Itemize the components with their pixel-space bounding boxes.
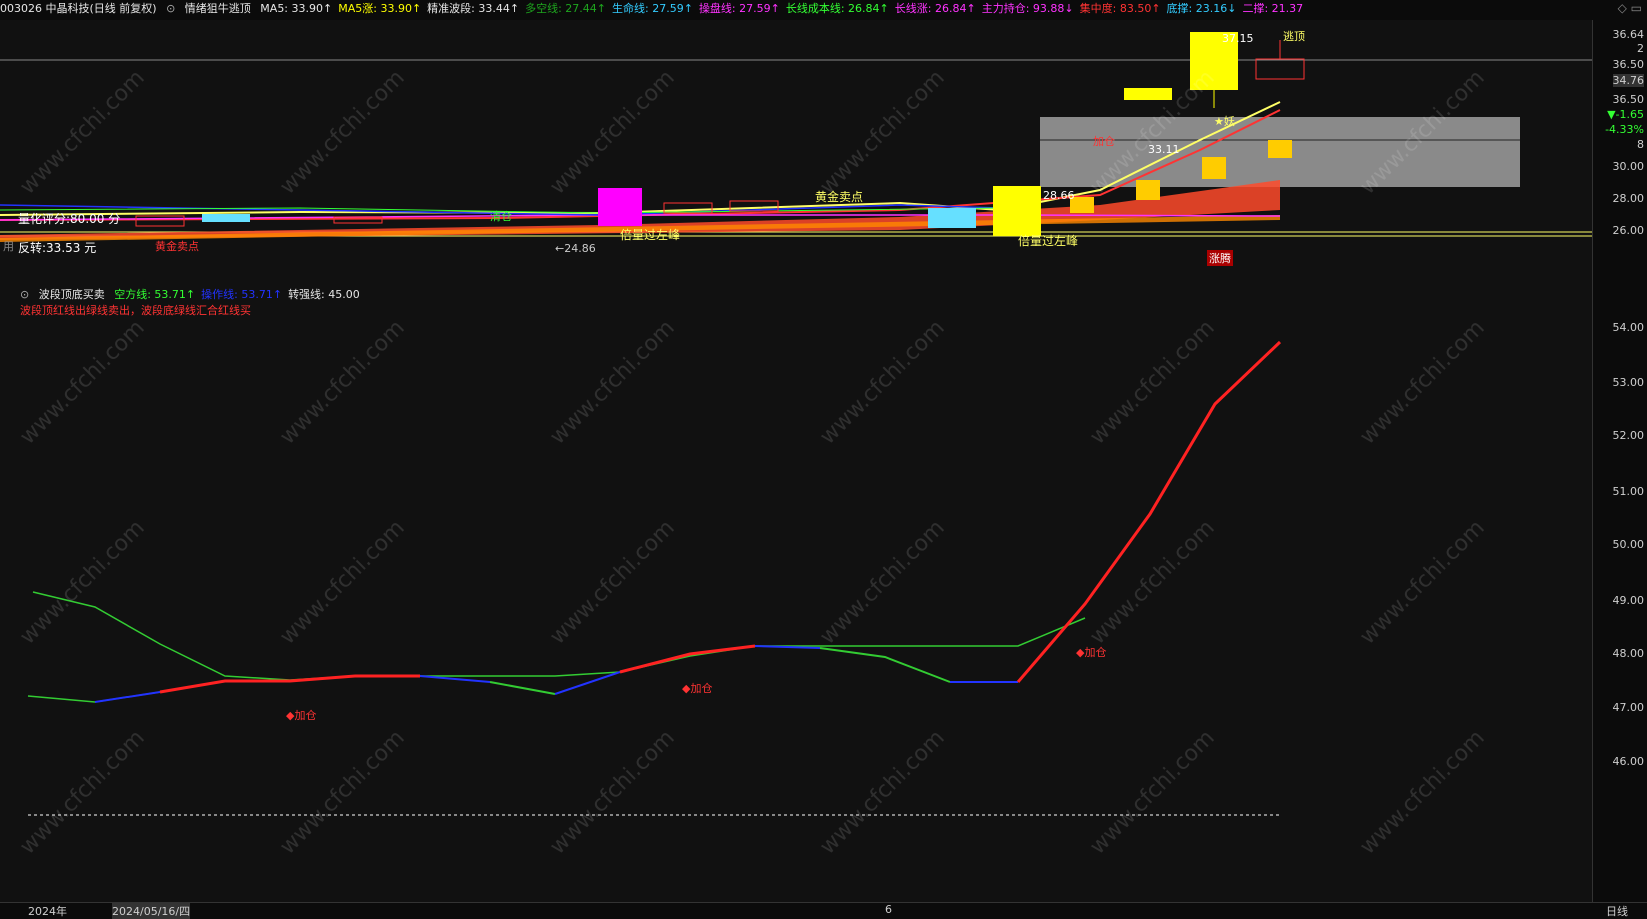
price-chart (0, 32, 1592, 242)
oscillator-axis-label: 48.00 (1612, 647, 1645, 660)
yao-label: ★妖 (1214, 115, 1235, 128)
add-position-marker: ◆加仓 (682, 682, 713, 695)
oscillator-axis-label: 52.00 (1612, 429, 1645, 442)
header-indicator-value: 长线成本线: 26.84↑ (785, 2, 889, 15)
oscillator-axis-label: 47.00 (1612, 701, 1645, 714)
header-indicator-value: 生命线: 27.59↑ (612, 2, 693, 15)
stock-title[interactable]: 003026 中晶科技(日线 前复权) (0, 2, 157, 15)
double-peak-label: 倍量过左峰 (620, 228, 681, 242)
header-indicator-value: 二撑: 21.37 (1242, 2, 1304, 15)
price-axis-label: 36.50 (1612, 93, 1645, 106)
use-label: 用 (3, 240, 14, 253)
price-axis-label: -4.33% (1605, 123, 1644, 136)
candle (598, 188, 642, 226)
oscillator-chart (27, 340, 1282, 816)
time-tick: 2024年 (28, 905, 67, 918)
header-indicator-value: 多空线: 27.44↑ (525, 2, 607, 15)
add-position-label: 加仓 (1093, 135, 1115, 148)
candle (1124, 88, 1172, 100)
escape-label: 逃顶 (1283, 30, 1305, 43)
reversal-label: 反转:33.53 元 (18, 241, 97, 255)
surge-badge: 涨腾 (1207, 250, 1233, 266)
oscillator-panel[interactable]: ⊙ 波段顶底买卖 空方线: 53.71↑ 操作线: 53.71↑ 转强线: 45.0… (0, 282, 1592, 902)
price-axis-label: 28.00 (1612, 192, 1645, 205)
candle (1136, 180, 1160, 200)
indicator-name[interactable]: 情绪狙牛逃顶 (185, 2, 251, 15)
price-axis-label: ▼-1.65 (1607, 108, 1644, 121)
candle (928, 208, 976, 228)
price-28-label: 28.66 (1043, 189, 1075, 202)
candle (1202, 157, 1226, 179)
header-indicator-value: 底撑: 23.16↓ (1166, 2, 1237, 15)
price-axis-label: 36.64 (1612, 28, 1645, 41)
window-controls[interactable]: ◇ ▭ (1618, 1, 1642, 15)
candle (202, 214, 250, 222)
candle (1255, 58, 1305, 80)
add-position-marker: ◆加仓 (286, 709, 317, 722)
oscillator-axis-label: 54.00 (1612, 321, 1645, 334)
oscillator-axis-label: 49.00 (1612, 594, 1645, 607)
oscillator-axis-label: 46.00 (1612, 755, 1645, 768)
time-tick: 2024/05/16/四 (112, 903, 191, 919)
price-panel[interactable]: 量化评分:80.00 分 反转:33.53 元 用 ←24.86 黄金卖点 黄金… (0, 20, 1592, 282)
header-indicator-value: MA5涨: 33.90↑ (338, 2, 422, 15)
oscillator-axis-label: 50.00 (1612, 538, 1645, 551)
indicator-header: 003026 中晶科技(日线 前复权) ⊙ 情绪狙牛逃顶 MA5: 33.90↑… (0, 0, 1590, 20)
price-axis-label: 2 (1637, 42, 1644, 55)
header-indicator-value: 长线涨: 26.84↑ (894, 2, 976, 15)
price-axis-label: 34.76 (1612, 74, 1644, 87)
candle (993, 186, 1041, 236)
header-indicator-value: 精准波段: 33.44↑ (427, 2, 520, 15)
indicator-dropdown-icon[interactable]: ⊙ (166, 2, 175, 15)
candle (135, 215, 185, 227)
header-indicator-value: 主力持仓: 93.88↓ (981, 2, 1074, 15)
oscillator-axis-label: 51.00 (1612, 485, 1645, 498)
time-tick: 6 (885, 903, 892, 916)
double-peak-label: 倍量过左峰 (1018, 234, 1079, 248)
oscillator-axis-label: 53.00 (1612, 376, 1645, 389)
price-axis-label: 30.00 (1612, 160, 1645, 173)
gold-sell-label: 黄金卖点 (155, 240, 199, 253)
price-axis[interactable]: 36.64 2 36.50 34.76 36.50 ▼-1.65 -4.33% 8 30.00 2… (1592, 20, 1647, 902)
time-axis[interactable]: 2024年 2024/05/16/四 6 日线 (0, 902, 1647, 919)
price-axis-label: 36.50 (1612, 58, 1645, 71)
low-price-label: ←24.86 (555, 242, 596, 255)
header-indicator-value: 操盘线: 27.59↑ (698, 2, 780, 15)
price-axis-label: 8 (1637, 138, 1644, 151)
header-indicator-value: 集中度: 83.50↑ (1079, 2, 1161, 15)
score-label: 量化评分:80.00 分 (18, 212, 121, 226)
candle (1268, 140, 1292, 158)
price-37-label: 37.15 (1222, 32, 1254, 45)
period-label[interactable]: 日线 (1606, 903, 1628, 919)
header-indicator-value: MA5: 33.90↑ (260, 2, 333, 15)
clear-label: 清仓 (490, 210, 512, 223)
price-axis-label: 26.00 (1612, 224, 1645, 237)
